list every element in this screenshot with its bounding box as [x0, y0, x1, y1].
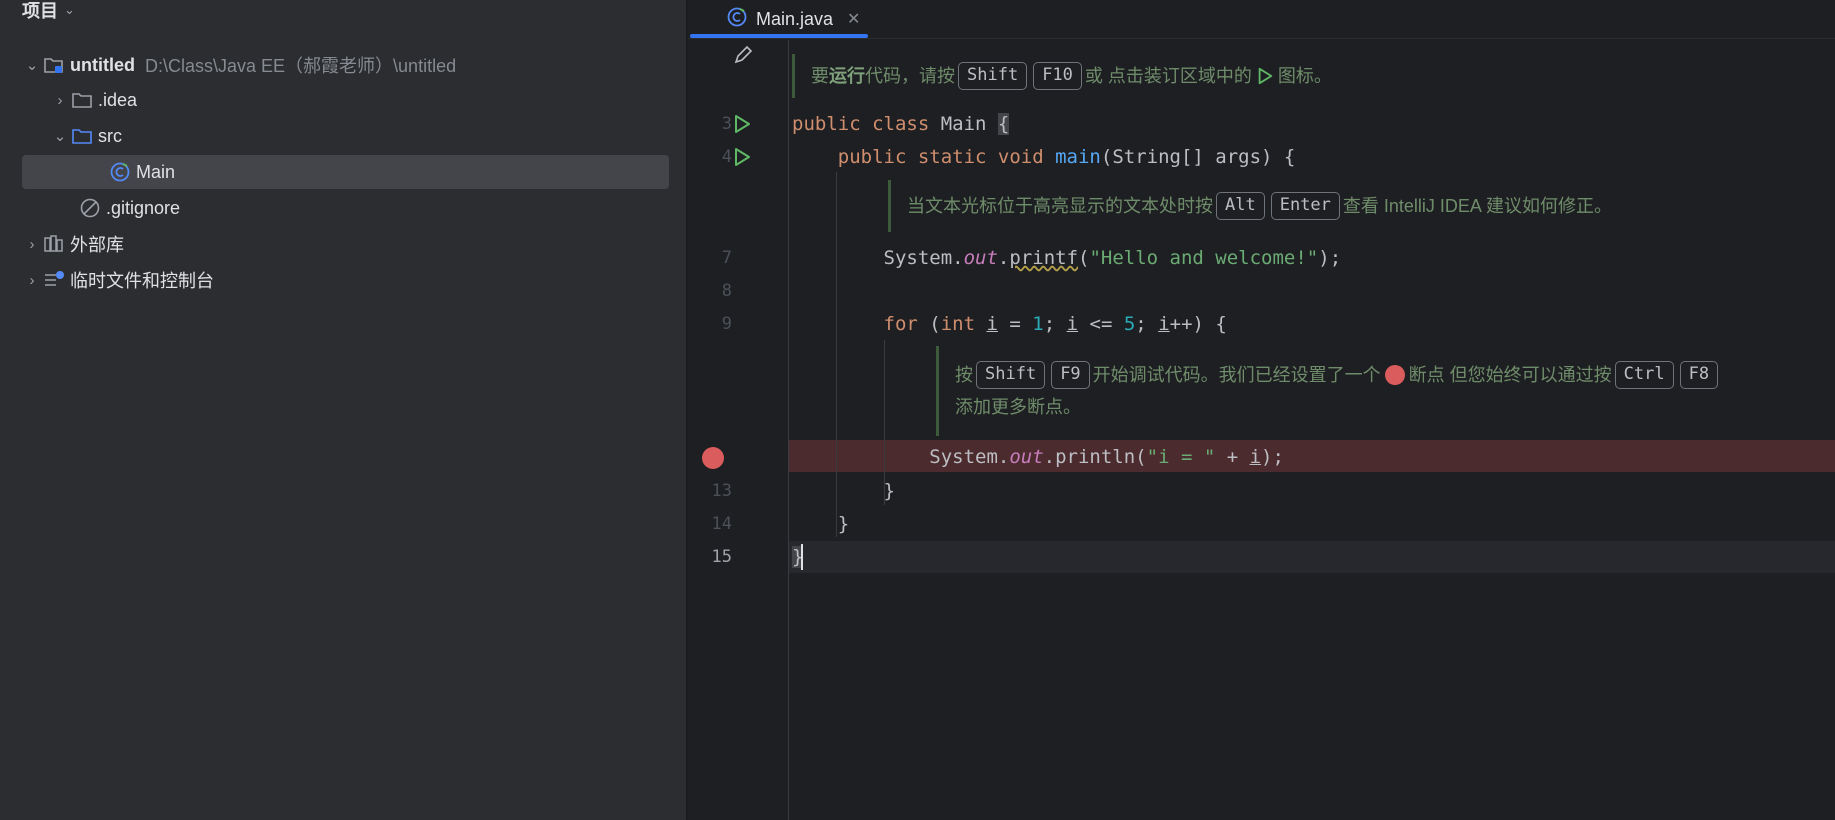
tree-item-external-libraries[interactable]: › 外部库	[22, 227, 669, 261]
tree-item-label: .gitignore	[106, 197, 181, 218]
tree-item-label: 外部库	[70, 235, 124, 255]
chevron-down-icon[interactable]: ⌄	[64, 2, 75, 18]
hint-bold-text: 运行	[829, 66, 865, 86]
inline-hint-fix: 当文本光标位于高亮显示的文本处时按 Alt Enter 查看 IntelliJ …	[888, 180, 1612, 232]
kbd-key: Shift	[958, 62, 1028, 90]
current-line-highlight	[788, 541, 1835, 573]
project-path: D:\Class\Java EE（郝霞老师）\untitled	[145, 56, 457, 76]
tree-item-label: untitled	[70, 54, 135, 75]
java-class-icon	[108, 161, 132, 183]
hint-text: 图标。	[1277, 66, 1332, 86]
tree-item-idea[interactable]: › .idea	[22, 83, 669, 117]
run-icon[interactable]	[732, 114, 752, 134]
tree-item-label: Main	[136, 161, 176, 182]
code-line[interactable]: }	[792, 508, 849, 540]
java-class-icon	[726, 6, 748, 33]
breakpoint-icon[interactable]	[702, 447, 724, 469]
close-icon[interactable]: ✕	[847, 9, 860, 29]
line-number: 13	[711, 481, 732, 501]
ignore-file-icon	[78, 197, 102, 219]
hint-text: 开始调试代码。我们已经设置了一个	[1092, 365, 1381, 385]
hint-text: 断点 但您始终可以通过按	[1408, 365, 1612, 385]
line-number: 15	[711, 547, 732, 567]
inline-hint-run: 要运行 代码，请按 Shift F10 或 点击装订区域中的 图标。	[792, 54, 1332, 98]
tree-item-label: src	[98, 125, 122, 146]
hint-text: 要	[811, 66, 829, 86]
code-line[interactable]: for (int i = 1; i <= 5; i++) {	[792, 308, 1227, 340]
kbd-key: Shift	[976, 361, 1046, 389]
kbd-key: F9	[1051, 361, 1090, 389]
folder-icon	[70, 89, 94, 111]
project-panel-header[interactable]: 项目 ⌄	[22, 0, 75, 21]
tab-main-java[interactable]: Main.java ✕	[706, 0, 874, 38]
project-panel: 项目 ⌄ ⌄ untitled D:\Class\Java EE（郝霞老师）\u…	[0, 0, 686, 820]
chevron-right-icon[interactable]: ›	[22, 272, 42, 289]
code-line[interactable]: System.out.println("i = " + i);	[792, 441, 1284, 473]
chevron-right-icon[interactable]: ›	[22, 236, 42, 253]
kbd-key: Enter	[1270, 192, 1340, 220]
hint-text: 按	[955, 365, 973, 385]
tree-item-label: .idea	[98, 89, 138, 110]
tab-divider	[688, 38, 1835, 39]
run-icon[interactable]	[732, 147, 752, 167]
line-number: 4	[721, 147, 732, 167]
tree-item-untitled[interactable]: ⌄ untitled D:\Class\Java EE（郝霞老师）\untitl…	[22, 48, 669, 82]
tree-item-gitignore[interactable]: .gitignore	[22, 191, 669, 225]
tree-item-scratches[interactable]: › 临时文件和控制台	[22, 263, 669, 297]
kbd-key: Ctrl	[1614, 361, 1674, 389]
hint-text: 添加更多断点。	[955, 397, 1081, 417]
breakpoint-icon	[1384, 365, 1405, 385]
tree-item-label: 临时文件和控制台	[70, 271, 214, 291]
hint-text: 查看 IntelliJ IDEA 建议如何修正。	[1342, 196, 1612, 216]
code-line[interactable]: }	[792, 475, 895, 507]
chevron-right-icon[interactable]: ›	[50, 92, 70, 109]
scratches-icon	[42, 269, 66, 291]
kbd-key: Alt	[1216, 192, 1265, 220]
run-icon	[1258, 67, 1273, 85]
line-number: 3	[721, 114, 732, 134]
line-number: 14	[711, 514, 732, 534]
editor: Main.java ✕ 3 4 7 8 9 13 14 15 要运行 代码，请按 …	[688, 0, 1835, 820]
chevron-down-icon[interactable]: ⌄	[50, 127, 70, 145]
line-number: 8	[721, 281, 732, 301]
chevron-down-icon[interactable]: ⌄	[22, 56, 42, 74]
source-folder-icon	[70, 125, 94, 147]
tree-item-main[interactable]: Main	[22, 155, 669, 189]
pencil-icon[interactable]	[732, 44, 754, 66]
kbd-key: F10	[1033, 62, 1082, 90]
hint-text: 或 点击装订区域中的	[1084, 66, 1252, 86]
project-panel-title: 项目	[22, 1, 58, 21]
gutter-divider	[788, 40, 789, 820]
hint-text: 代码，请按	[865, 66, 955, 86]
code-line[interactable]: public class Main {	[792, 108, 1010, 140]
line-number: 9	[721, 314, 732, 334]
library-icon	[42, 233, 66, 255]
inline-hint-debug: 按 Shift F9 开始调试代码。我们已经设置了一个 断点 但您始终可以通过按…	[936, 346, 1826, 436]
hint-text: 当文本光标位于高亮显示的文本处时按	[907, 196, 1213, 216]
module-folder-icon	[42, 54, 66, 76]
tree-item-src[interactable]: ⌄ src	[22, 119, 669, 153]
kbd-key: F8	[1679, 361, 1719, 389]
line-number: 7	[721, 248, 732, 268]
text-caret	[801, 544, 803, 570]
code-line[interactable]: System.out.printf("Hello and welcome!");	[792, 242, 1342, 274]
tab-label: Main.java	[756, 8, 834, 29]
code-line[interactable]: public static void main(String[] args) {	[792, 141, 1296, 173]
